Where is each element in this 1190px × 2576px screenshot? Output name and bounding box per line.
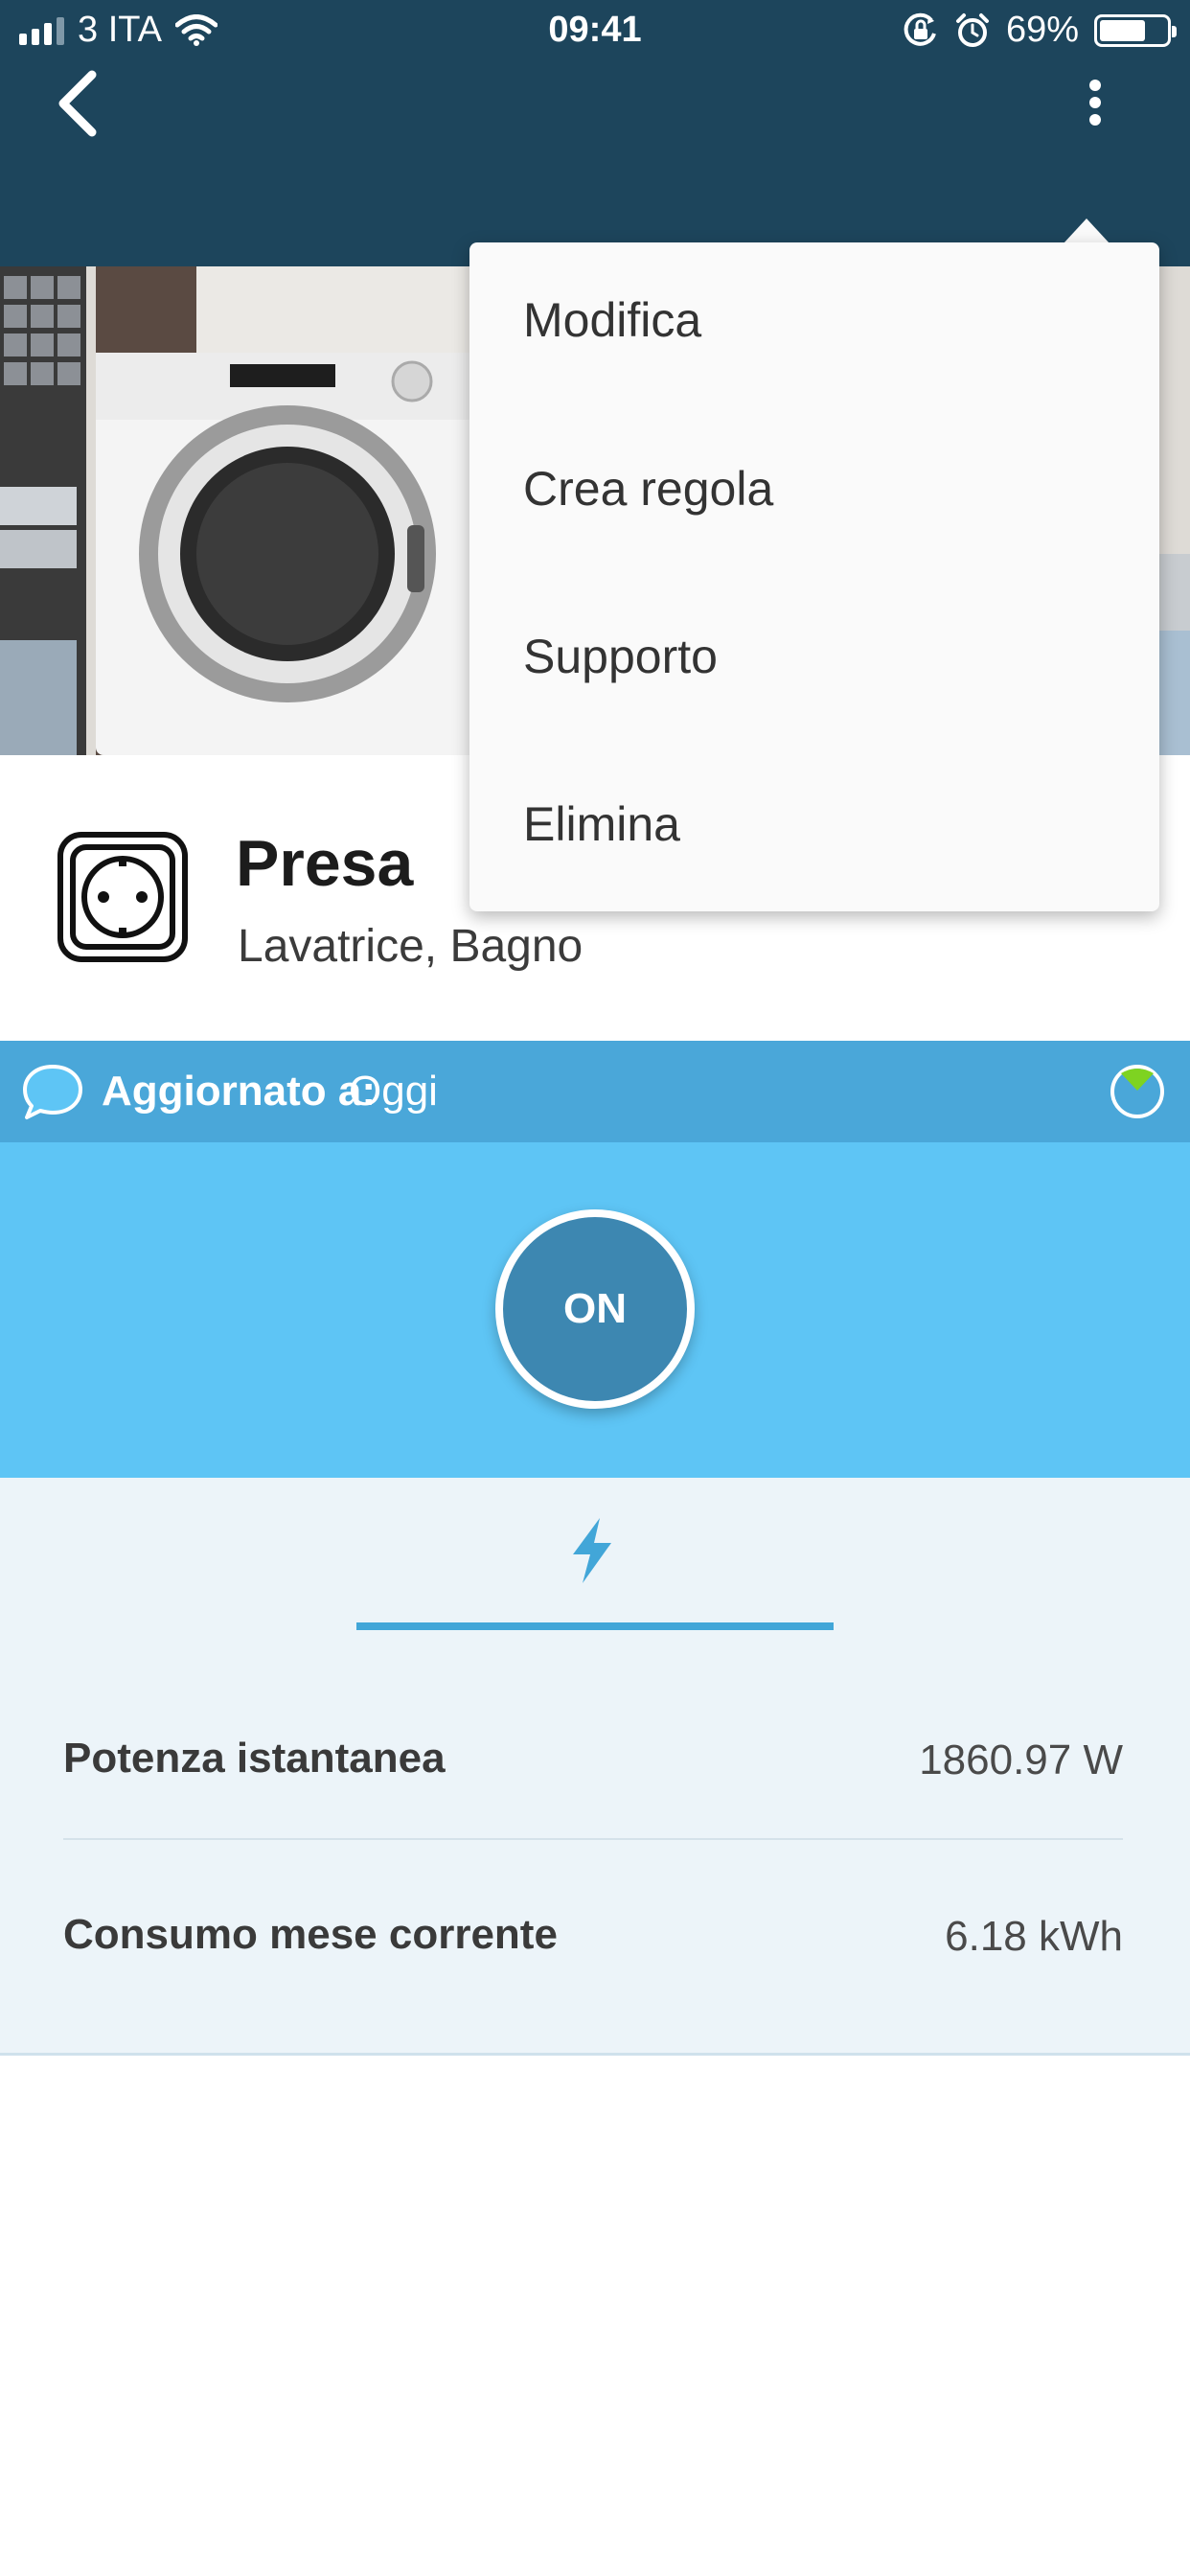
chat-bubble-icon bbox=[23, 1065, 82, 1119]
more-vertical-icon bbox=[1089, 80, 1101, 126]
more-options-button[interactable] bbox=[1071, 72, 1119, 158]
stat-value-power: 1860.97 W bbox=[919, 1736, 1123, 1783]
menu-caret bbox=[1064, 218, 1110, 243]
status-right: 69% bbox=[903, 10, 1177, 51]
tab-indicator bbox=[356, 1622, 834, 1630]
orientation-lock-icon bbox=[904, 12, 936, 46]
lightning-bolt-icon[interactable] bbox=[563, 1516, 621, 1585]
overflow-menu: Modifica Crea regola Supporto Elimina bbox=[469, 242, 1159, 911]
status-bar: 3 ITA 09:41 69% bbox=[0, 0, 1190, 59]
socket-icon bbox=[57, 832, 188, 962]
battery-icon bbox=[1094, 13, 1177, 47]
battery-fill bbox=[1100, 19, 1145, 41]
menu-item-supporto[interactable]: Supporto bbox=[523, 629, 718, 684]
power-toggle-button[interactable]: ON bbox=[495, 1209, 695, 1409]
stat-label-consumption: Consumo mese corrente bbox=[63, 1911, 558, 1958]
chevron-left-icon bbox=[58, 70, 97, 137]
battery-percent: 69% bbox=[1005, 10, 1079, 50]
device-location: Lavatrice, Bagno bbox=[238, 921, 584, 972]
menu-item-crea-regola[interactable]: Crea regola bbox=[523, 461, 773, 517]
stat-value-consumption: 6.18 kWh bbox=[945, 1913, 1123, 1960]
stat-label-power: Potenza istantanea bbox=[63, 1735, 446, 1782]
updated-label: Aggiornato a: bbox=[102, 1068, 376, 1115]
menu-item-elimina[interactable]: Elimina bbox=[523, 796, 680, 852]
menu-item-modifica[interactable]: Modifica bbox=[523, 292, 701, 348]
updated-value: Oggi bbox=[349, 1068, 438, 1115]
back-button[interactable] bbox=[50, 67, 117, 144]
device-title: Presa bbox=[236, 827, 414, 900]
updated-bar: Aggiornato a: Oggi bbox=[0, 1041, 1190, 1142]
alarm-icon bbox=[955, 12, 989, 47]
online-status-icon bbox=[1110, 1065, 1164, 1118]
app-bar bbox=[0, 59, 1190, 266]
row-divider bbox=[63, 1838, 1123, 1840]
